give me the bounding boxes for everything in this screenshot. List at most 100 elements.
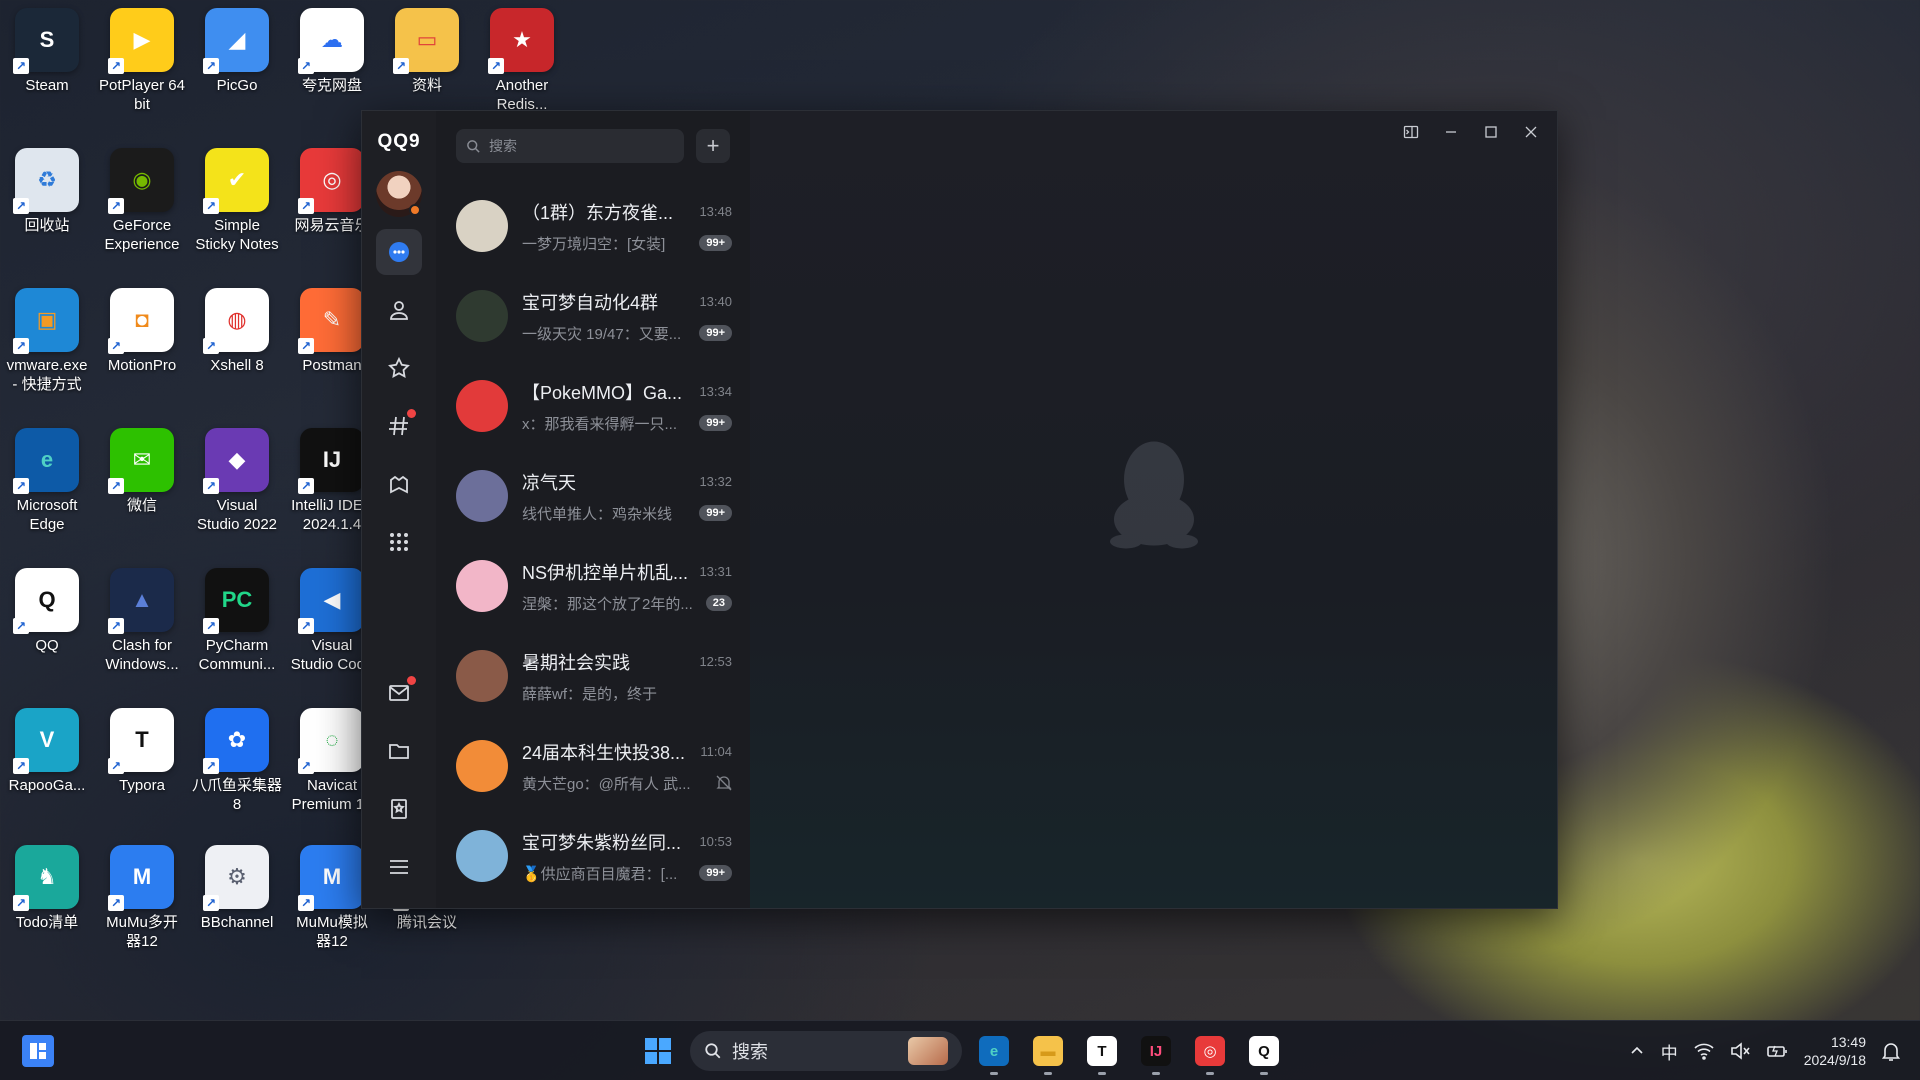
- conversation-item[interactable]: 暑期社会实践 12:53 薛薛wf：是的，终于: [436, 631, 750, 721]
- conversation-time: 13:40: [699, 294, 732, 309]
- nav-bookmarks[interactable]: [376, 786, 422, 832]
- desktop-shortcut[interactable]: ★ ↗ Another Redis...: [475, 8, 569, 114]
- desktop-shortcut[interactable]: M ↗ MuMu多开 器12: [95, 845, 189, 951]
- desktop-shortcut[interactable]: ◉ ↗ GeForce Experience: [95, 148, 189, 254]
- conversation-item[interactable]: 宝可梦自动化4群 13:40 一级天灾 19/47：又要... 99+: [436, 271, 750, 361]
- battery-icon[interactable]: [1766, 1042, 1788, 1060]
- wifi-icon[interactable]: [1694, 1042, 1714, 1060]
- conversation-item[interactable]: 24届本科生快投38... 11:04 黄大芒go：@所有人 武...: [436, 721, 750, 811]
- nav-zone[interactable]: [376, 461, 422, 507]
- start-button[interactable]: [636, 1029, 680, 1073]
- shortcut-arrow-icon: ↗: [13, 58, 29, 74]
- desktop-shortcut[interactable]: ✔ ↗ Simple Sticky Notes: [190, 148, 284, 254]
- nav-channels[interactable]: [376, 403, 422, 449]
- conversation-title: 24届本科生快投38...: [522, 742, 686, 763]
- desktop-shortcut-label: Microsoft Edge: [16, 497, 78, 533]
- taskbar-app-file-explorer[interactable]: ▬: [1026, 1029, 1070, 1075]
- nav-mail[interactable]: [376, 670, 422, 716]
- nav-messages[interactable]: [376, 229, 422, 275]
- desktop-shortcut[interactable]: ▣ ↗ vmware.exe - 快捷方式: [0, 288, 94, 394]
- conversation-row-bottom: 线代单推人：鸡杂米线 99+: [522, 503, 732, 524]
- conversation-title: 凉气天: [522, 472, 576, 493]
- desktop-shortcut[interactable]: ▭ ↗ 资料: [380, 8, 474, 95]
- app-icon: ✎ ↗: [298, 288, 364, 354]
- app-icon: ◍ ↗: [203, 288, 269, 354]
- add-button[interactable]: +: [696, 129, 730, 163]
- search-input[interactable]: 搜索: [456, 129, 684, 163]
- clock[interactable]: 13:49 2024/9/18: [1804, 1033, 1866, 1069]
- nav-files[interactable]: [376, 728, 422, 774]
- taskbar-app-typora[interactable]: T: [1080, 1029, 1124, 1075]
- running-indicator: [1098, 1072, 1106, 1075]
- desktop-shortcut[interactable]: ◘ ↗ MotionPro: [95, 288, 189, 375]
- notification-bell-icon[interactable]: [1882, 1041, 1900, 1061]
- conversation-item[interactable]: （1群）东方夜雀... 13:48 一梦万境归空：[女装] 99+: [436, 181, 750, 271]
- app-icon: ◢ ↗: [203, 8, 269, 74]
- taskbar-app-edge[interactable]: e: [972, 1029, 1016, 1075]
- conversation-item[interactable]: 宝可梦朱紫粉丝同... 10:53 🥇供应商百目魔君：[... 99+: [436, 811, 750, 901]
- app-icon: ♻ ↗: [13, 148, 79, 214]
- desktop-shortcut[interactable]: ✿ ↗ 八爪鱼采集器 8: [190, 708, 284, 814]
- volume-muted-icon[interactable]: [1730, 1042, 1750, 1060]
- desktop-shortcut[interactable]: ☁ ↗ 夸克网盘: [285, 8, 379, 95]
- shortcut-arrow-icon: ↗: [13, 758, 29, 774]
- ime-indicator[interactable]: 中: [1661, 1039, 1678, 1064]
- app-icon: ◀ ↗: [298, 568, 364, 634]
- taskbar-search[interactable]: 搜索: [690, 1031, 962, 1071]
- menu-icon: [390, 860, 408, 874]
- desktop-shortcut[interactable]: ✉ ↗ 微信: [95, 428, 189, 515]
- desktop-shortcut-label: PyCharm Communi...: [198, 637, 276, 673]
- app-icon: ✿ ↗: [203, 708, 269, 774]
- nav-favorites[interactable]: [376, 345, 422, 391]
- nav-apps[interactable]: [376, 519, 422, 565]
- desktop-shortcut[interactable]: ♞ ↗ Todo清单: [0, 845, 94, 932]
- app-icon: ◘ ↗: [108, 288, 174, 354]
- conversation-item[interactable]: NS伊机控单片机乱... 13:31 涅槃：那这个放了2年的... 23: [436, 541, 750, 631]
- desktop-shortcut-label: 八爪鱼采集器 8: [191, 777, 282, 813]
- search-icon: [705, 1043, 721, 1059]
- shortcut-arrow-icon: ↗: [203, 618, 219, 634]
- desktop-shortcut[interactable]: S ↗ Steam: [0, 8, 94, 95]
- desktop-shortcut[interactable]: ♻ ↗ 回收站: [0, 148, 94, 235]
- unread-badge: 99+: [699, 865, 732, 881]
- nav-menu[interactable]: [376, 844, 422, 890]
- nav-contacts[interactable]: [376, 287, 422, 333]
- desktop-shortcut[interactable]: ▶ ↗ PotPlayer 64 bit: [95, 8, 189, 114]
- desktop-shortcut-label: Another Redis...: [495, 77, 549, 113]
- desktop-shortcut[interactable]: ▲ ↗ Clash for Windows...: [95, 568, 189, 674]
- sidebar-toggle-button[interactable]: [1391, 117, 1431, 147]
- widgets-button[interactable]: [22, 1035, 54, 1067]
- zone-icon: [390, 475, 408, 494]
- taskbar-app-intellij[interactable]: IJ: [1134, 1029, 1178, 1075]
- conversation-item[interactable]: 凉气天 13:32 线代单推人：鸡杂米线 99+: [436, 451, 750, 541]
- conversation-item[interactable]: 【PokeMMO】Ga... 13:34 x：那我看来得孵一只... 99+: [436, 361, 750, 451]
- maximize-button[interactable]: [1471, 117, 1511, 147]
- desktop-shortcut[interactable]: ◢ ↗ PicGo: [190, 8, 284, 95]
- app-icon: ◎ ↗: [298, 148, 364, 214]
- chevron-up-icon[interactable]: [1629, 1043, 1645, 1059]
- conversation-title: 宝可梦朱紫粉丝同...: [522, 832, 682, 853]
- desktop-shortcut[interactable]: V ↗ RapooGa...: [0, 708, 94, 795]
- desktop-shortcut[interactable]: ⚙ ↗ BBchannel: [190, 845, 284, 932]
- app-icon: ▭ ↗: [393, 8, 459, 74]
- conversation-time: 13:48: [699, 204, 732, 219]
- taskbar-app-qq[interactable]: Q: [1242, 1029, 1286, 1075]
- taskbar-app-netease-music[interactable]: ◎: [1188, 1029, 1232, 1075]
- desktop-shortcut[interactable]: T ↗ Typora: [95, 708, 189, 795]
- desktop-shortcut[interactable]: e ↗ Microsoft Edge: [0, 428, 94, 534]
- desktop-shortcut[interactable]: ◍ ↗ Xshell 8: [190, 288, 284, 375]
- shortcut-arrow-icon: ↗: [108, 758, 124, 774]
- conversation-avatar: [456, 740, 508, 792]
- user-avatar[interactable]: [376, 171, 422, 217]
- app-icon: ◌ ↗: [298, 708, 364, 774]
- desktop-shortcut[interactable]: ◆ ↗ Visual Studio 2022: [190, 428, 284, 534]
- conversation-avatar: [456, 380, 508, 432]
- app-icon: ◉ ↗: [108, 148, 174, 214]
- close-button[interactable]: [1511, 117, 1551, 147]
- desktop-shortcut[interactable]: PC ↗ PyCharm Communi...: [190, 568, 284, 674]
- system-tray: 中 13:49 2024/9/18: [1629, 1021, 1920, 1080]
- desktop-shortcut[interactable]: Q ↗ QQ: [0, 568, 94, 655]
- conversation-time: 12:53: [699, 654, 732, 669]
- conversation-preview: 薛薛wf：是的，终于: [522, 685, 658, 703]
- minimize-button[interactable]: [1431, 117, 1471, 147]
